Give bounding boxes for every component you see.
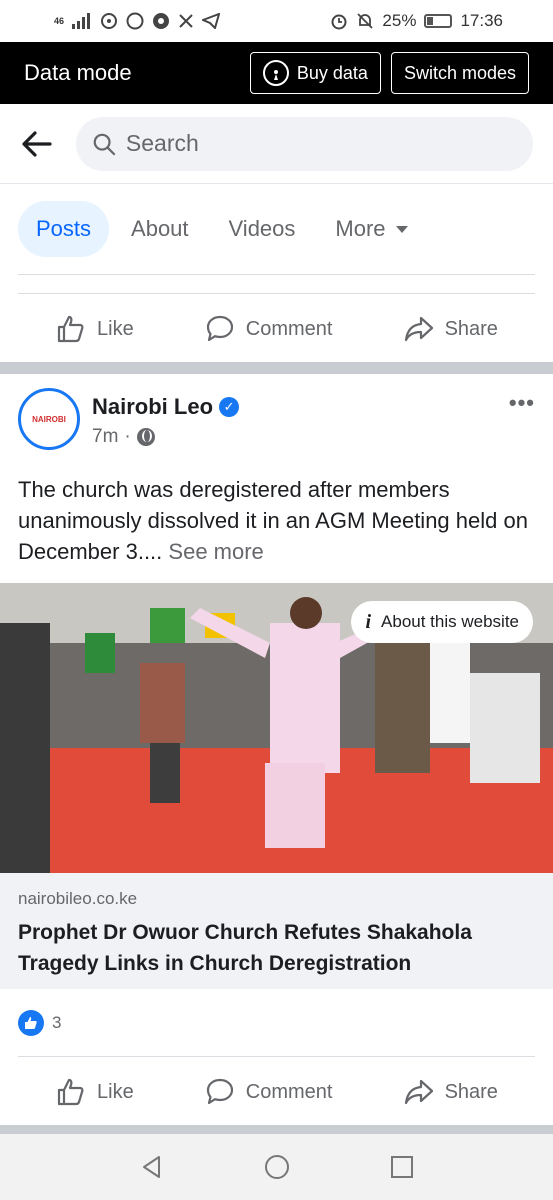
profile-tabs: Posts About Videos More: [0, 200, 553, 258]
more-options-icon[interactable]: •••: [509, 388, 535, 416]
like-button[interactable]: Like: [55, 313, 134, 345]
buy-data-button[interactable]: Buy data: [249, 52, 381, 94]
verified-badge-icon: ✓: [219, 397, 240, 417]
buy-data-label: Buy data: [296, 62, 368, 83]
share-icon: [404, 316, 433, 342]
share-label: Share: [444, 1080, 498, 1103]
x-app-icon: [179, 14, 193, 28]
post-time[interactable]: 7m: [92, 426, 118, 448]
hotspot-icon: [101, 13, 118, 29]
soccer-ball-icon: [153, 13, 170, 29]
status-bar: 46 25% 17:36: [0, 0, 553, 42]
post-actions: Like Comment Share: [0, 1059, 553, 1125]
globe-icon: [136, 428, 155, 446]
divider: [18, 1056, 535, 1057]
divider: [18, 274, 535, 275]
back-triangle-icon[interactable]: [139, 1154, 165, 1180]
divider: [18, 293, 535, 294]
post-header: NAIROBI Nairobi Leo ✓ 7m · •••: [18, 388, 535, 458]
avatar-logo-text: NAIROBI: [32, 414, 66, 424]
search-input[interactable]: [125, 130, 517, 157]
search-icon: [93, 133, 116, 155]
page-avatar[interactable]: NAIROBI: [18, 388, 80, 450]
post-image[interactable]: i About this website: [0, 583, 553, 873]
tab-label: Videos: [228, 216, 296, 241]
link-title: Prophet Dr Owuor Church Refutes Shakahol…: [18, 921, 472, 975]
page-name[interactable]: Nairobi Leo: [92, 394, 213, 420]
tab-label: Posts: [36, 216, 92, 241]
reaction-summary[interactable]: 3: [18, 1008, 61, 1038]
broadcast-icon: [262, 60, 289, 86]
page-name-row: Nairobi Leo ✓: [92, 394, 509, 420]
dot-separator: ·: [124, 426, 131, 447]
signal-indicator: 46: [54, 15, 65, 26]
post-body: The church was deregistered after member…: [18, 477, 528, 564]
alarm-icon: [331, 14, 347, 30]
comment-button[interactable]: Comment: [204, 313, 333, 345]
thumbs-up-icon: [57, 1078, 84, 1106]
tab-posts[interactable]: Posts: [18, 201, 110, 257]
thumbs-up-icon: [57, 315, 84, 343]
whatsapp-icon: [126, 12, 144, 30]
comment-button[interactable]: Comment: [204, 1076, 333, 1108]
post-text: The church was deregistered after member…: [18, 474, 535, 567]
post-separator: [0, 362, 553, 374]
home-circle-icon[interactable]: [263, 1153, 291, 1181]
about-website-label: About this website: [381, 612, 519, 631]
tab-about[interactable]: About: [113, 201, 207, 257]
previous-post-actions: Like Comment Share: [0, 296, 553, 362]
about-website-button[interactable]: i About this website: [351, 601, 533, 643]
share-button[interactable]: Share: [403, 313, 498, 345]
status-left: 46: [54, 12, 221, 30]
like-label: Like: [97, 1080, 134, 1103]
search-header: [0, 104, 553, 184]
caret-down-icon: [395, 225, 408, 233]
reaction-count: 3: [52, 1013, 62, 1032]
status-right: 25% 17:36: [330, 11, 503, 31]
signal-bars-icon: [72, 13, 91, 29]
share-icon: [404, 1079, 433, 1105]
telegram-icon: [202, 13, 221, 29]
comment-label: Comment: [245, 317, 333, 340]
comment-icon: [206, 1078, 233, 1105]
data-mode-bar: Data mode Buy data Switch modes: [0, 42, 553, 104]
post-time-row: 7m ·: [92, 426, 509, 448]
tab-label: More: [335, 216, 386, 241]
mute-icon: [357, 13, 374, 29]
comment-label: Comment: [245, 1080, 333, 1103]
switch-modes-label: Switch modes: [403, 62, 516, 83]
see-more-link[interactable]: See more: [168, 539, 263, 564]
search-box[interactable]: [76, 116, 533, 171]
battery-icon: [424, 14, 453, 28]
battery-percent: 25%: [382, 11, 417, 30]
like-reaction-icon: [18, 1010, 44, 1036]
clock: 17:36: [460, 11, 503, 30]
link-preview-card[interactable]: nairobileo.co.ke Prophet Dr Owuor Church…: [0, 873, 553, 989]
post-separator: [0, 1125, 553, 1134]
share-button[interactable]: Share: [403, 1076, 498, 1108]
like-label: Like: [97, 317, 134, 340]
system-nav-bar: [0, 1134, 553, 1200]
link-domain: nairobileo.co.ke: [18, 889, 138, 908]
recents-square-icon[interactable]: [390, 1155, 414, 1179]
info-icon: i: [365, 610, 372, 633]
data-mode-title: Data mode: [24, 60, 132, 85]
tab-label: About: [131, 216, 189, 241]
share-label: Share: [444, 317, 498, 340]
switch-modes-button[interactable]: Switch modes: [390, 52, 529, 94]
comment-icon: [206, 315, 233, 342]
tab-videos[interactable]: Videos: [211, 201, 314, 257]
tab-more[interactable]: More: [317, 201, 425, 257]
like-button[interactable]: Like: [55, 1076, 134, 1108]
back-arrow-icon[interactable]: [20, 127, 54, 161]
post-meta: Nairobi Leo ✓ 7m ·: [92, 388, 509, 448]
